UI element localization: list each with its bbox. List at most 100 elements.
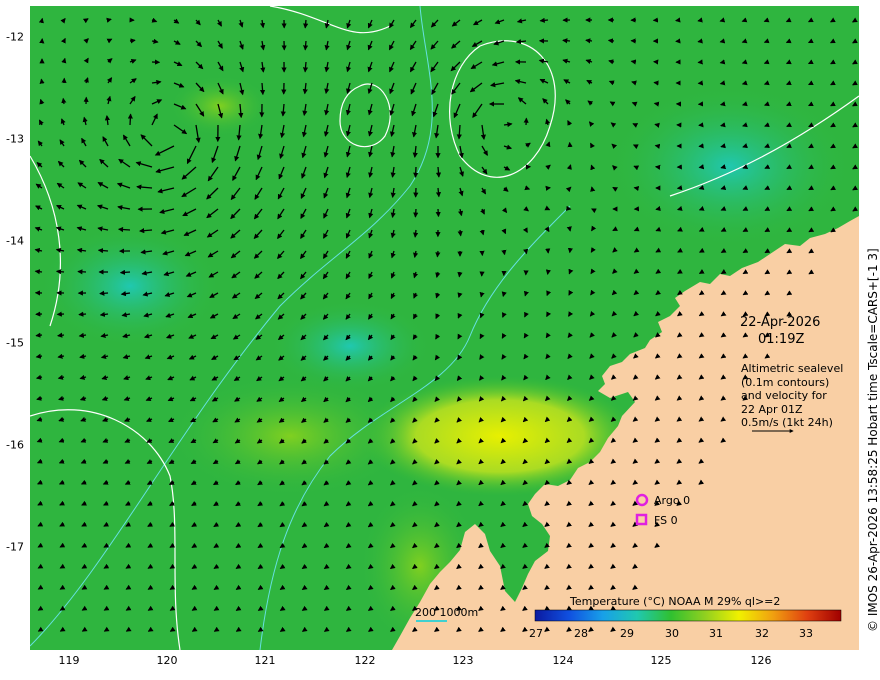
cool-patch-2 (610, 86, 850, 246)
velocity-arrow (39, 78, 45, 84)
colorbar-tick-32: 32 (755, 627, 769, 640)
y-tick--15: -15 (6, 336, 24, 350)
alti-line-1: Altimetric sealevel (741, 362, 844, 375)
x-tick-120: 120 (156, 654, 178, 667)
velocity-arrow (106, 17, 112, 23)
velocity-arrow (413, 229, 419, 238)
x-tick-125: 125 (650, 654, 672, 667)
colorbar-tick-30: 30 (665, 627, 679, 640)
velocity-arrow (590, 268, 596, 275)
velocity-arrow (607, 38, 615, 44)
velocity-arrow (653, 101, 660, 107)
velocity-arrow (654, 122, 660, 128)
velocity-arrow (544, 226, 550, 233)
alti-line-2: (0.1m contours) (741, 375, 830, 389)
sst-map[interactable] (30, 6, 859, 650)
velocity-arrow (99, 290, 109, 296)
y-tick--14: -14 (6, 234, 24, 248)
velocity-arrow (78, 311, 87, 317)
velocity-arrow (479, 291, 485, 298)
velocity-arrow (129, 38, 136, 44)
velocity-arrow (654, 143, 661, 149)
velocity-arrow (413, 208, 419, 218)
x-tick-119: 119 (58, 654, 80, 667)
velocity-arrow (127, 113, 133, 126)
x-tick-122: 122 (354, 654, 376, 667)
velocity-arrow (568, 268, 574, 275)
velocity-arrow (720, 164, 727, 170)
colorbar-tick-33: 33 (799, 627, 813, 640)
velocity-arrow (562, 38, 571, 44)
velocity-arrow (698, 164, 705, 170)
velocity-arrow (413, 166, 419, 178)
scale-label: 200 1000m (415, 606, 479, 619)
velocity-arrow (698, 205, 705, 211)
alti-line-3: and velocity for (741, 389, 827, 402)
velocity-arrow (590, 164, 596, 171)
date-label: 22-Apr-2026 (740, 315, 821, 330)
velocity-arrow (677, 226, 683, 232)
velocity-arrow (719, 38, 726, 44)
velocity-arrow (675, 17, 681, 23)
map-panel[interactable] (30, 6, 859, 650)
velocity-arrow (34, 269, 43, 275)
velocity-arrow (457, 229, 463, 237)
velocity-arrow (612, 165, 618, 171)
velocity-arrow (633, 226, 640, 232)
colorbar-title: Temperature (°C) NOAA M 29% ql>=2 (570, 595, 781, 608)
velocity-arrow (720, 122, 726, 128)
velocity-arrow (565, 186, 572, 193)
velocity-arrow (55, 269, 65, 275)
x-tick-124: 124 (552, 654, 574, 667)
velocity-arrow (655, 226, 662, 232)
velocity-arrow (501, 291, 507, 298)
y-tick--12: -12 (6, 30, 24, 44)
velocity-arrow (544, 205, 551, 211)
warm-patch-4 (170, 376, 410, 496)
colorbar-tick-27: 27 (529, 627, 543, 640)
velocity-arrow (612, 186, 619, 192)
velocity-arrow (57, 332, 65, 338)
velocity-arrow (539, 17, 549, 23)
y-tick--13: -13 (6, 132, 24, 146)
x-tick-123: 123 (452, 654, 474, 667)
colorbar-tick-29: 29 (620, 627, 634, 640)
velocity-arrow (720, 143, 726, 149)
velocity-arrow (697, 59, 703, 65)
argo-label: Argo 0 (654, 494, 691, 507)
velocity-arrow (77, 269, 87, 275)
velocity-arrow (719, 80, 726, 86)
velocity-arrow (435, 250, 441, 258)
alti-line-4: 22 Apr 01Z (741, 402, 803, 416)
velocity-arrow (61, 97, 67, 105)
velocity-arrow (457, 271, 463, 278)
velocity-arrow (501, 249, 507, 256)
y-tick--16: -16 (6, 438, 24, 452)
velocity-arrow (697, 17, 703, 23)
velocity-arrow (302, 61, 309, 73)
alti-line-5: 0.5m/s (1kt 24h) (741, 416, 833, 429)
warm-patch-3 (170, 76, 270, 136)
velocity-arrow (676, 205, 683, 211)
velocity-arrow (546, 290, 552, 297)
velocity-arrow (612, 268, 618, 274)
velocity-arrow (566, 164, 572, 170)
velocity-arrow (303, 40, 309, 51)
time-label: 01:19Z (758, 332, 805, 347)
velocity-arrow (61, 57, 67, 64)
velocity-arrow (719, 59, 726, 65)
velocity-arrow (585, 38, 593, 44)
colorbar-tick-31: 31 (709, 627, 723, 640)
velocity-arrow (117, 226, 131, 233)
velocity-arrow (612, 226, 619, 232)
velocity-arrow (720, 185, 727, 190)
velocity-arrow (523, 248, 529, 255)
velocity-arrow (612, 247, 618, 253)
velocity-arrow (435, 208, 441, 218)
altimetry-note: Altimetric sealevel (0.1m contours) and … (741, 362, 843, 430)
velocity-arrow (633, 247, 640, 253)
velocity-arrow (60, 17, 66, 24)
velocity-arrow (633, 165, 640, 171)
velocity-arrow (590, 247, 596, 253)
velocity-arrow (435, 166, 442, 178)
